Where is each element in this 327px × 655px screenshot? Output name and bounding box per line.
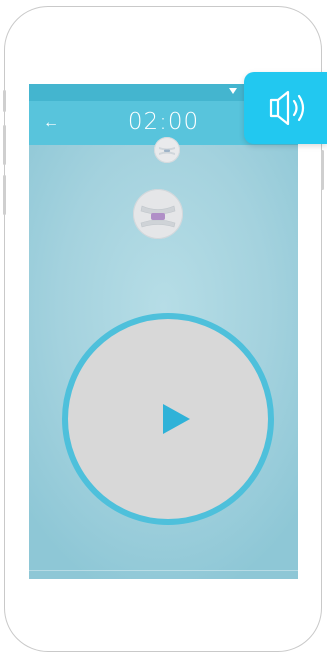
phone-volume-up-button (3, 125, 6, 165)
play-button[interactable] (62, 313, 274, 525)
play-icon (163, 404, 190, 434)
mouth-small-icon (159, 147, 175, 155)
phone-side-button (3, 90, 6, 112)
phone-volume-down-button (3, 175, 6, 215)
app-screen: ← 02:00 (29, 84, 298, 579)
phone-power-button (321, 150, 324, 190)
page: ← 02:00 (0, 0, 327, 655)
oral-stretch-large-icon (133, 189, 183, 239)
mouth-large-icon (140, 205, 176, 228)
bottom-divider (29, 570, 298, 571)
speaker-volume-icon (269, 90, 305, 126)
oral-stretch-small-icon (154, 137, 180, 163)
wifi-icon (229, 88, 237, 94)
volume-button[interactable] (244, 72, 327, 144)
